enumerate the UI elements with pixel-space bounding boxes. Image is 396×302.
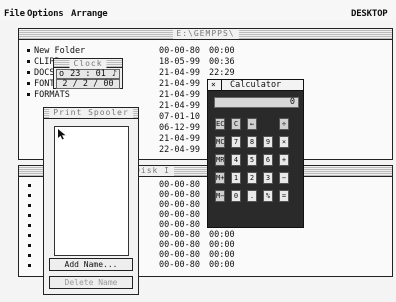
calc-key[interactable]: 3: [263, 172, 273, 184]
menu-bar: File Options Arrange DESKTOP: [0, 0, 396, 20]
title-divider: [221, 80, 222, 90]
bullet-icon: [28, 194, 31, 197]
file-name: DOCS: [34, 68, 55, 78]
calc-key[interactable]: =: [279, 190, 289, 202]
disk-file-date: 00-00-80: [159, 250, 200, 260]
bullet-icon: [27, 60, 30, 63]
calc-key[interactable]: 7: [231, 136, 241, 148]
spooler-title: Print Spooler: [49, 108, 133, 118]
calc-key[interactable]: ÷: [279, 118, 289, 130]
calc-key[interactable]: C: [231, 118, 241, 130]
disk-file-time: 00:00: [209, 260, 235, 270]
file-date: 21-04-99: [159, 68, 200, 78]
clock-marker: o: [59, 69, 65, 79]
calc-key[interactable]: ←: [247, 118, 257, 130]
disk-file-date: 00-00-80: [159, 230, 200, 240]
bullet-icon: [28, 224, 31, 227]
calc-key[interactable]: 4: [231, 154, 241, 166]
calc-key[interactable]: −: [279, 172, 289, 184]
disk-file-time: 00:00: [209, 240, 235, 250]
file-item[interactable]: New Folder: [27, 46, 85, 56]
bullet-icon: [27, 82, 30, 85]
calc-key[interactable]: 9: [263, 136, 273, 148]
file-date: 18-05-99: [159, 57, 200, 67]
bullet-icon: [28, 234, 31, 237]
file-time: 22:29: [209, 68, 235, 78]
calc-key[interactable]: 5: [247, 154, 257, 166]
bullet-icon: [27, 71, 30, 74]
bullet-icon: [28, 244, 31, 247]
file-date: 21-04-99: [159, 79, 200, 89]
file-name: New Folder: [34, 46, 86, 56]
file-time: 00:36: [209, 57, 235, 67]
file-date: 21-04-99: [159, 90, 200, 100]
disk-file-date: 00-00-80: [159, 220, 200, 230]
calculator-window: × Calculator 0 EC C ← ÷ MC 7 8 9 × MR 4 5 6 + M+ 1 2 3− M−…: [207, 79, 304, 228]
clock-date: 2 / 2 / 00: [62, 79, 114, 89]
calc-key[interactable]: 1: [231, 172, 241, 184]
calc-key[interactable]: .: [247, 190, 257, 202]
bullet-icon: [28, 214, 31, 217]
bullet-icon: [28, 254, 31, 257]
calc-key[interactable]: M−: [215, 190, 225, 202]
calc-key[interactable]: M+: [215, 172, 225, 184]
disk-file-date: 00-00-80: [159, 210, 200, 220]
clock-window: Clock o 23 : 01 ♪ 2 / 2 / 00: [53, 58, 123, 89]
disk-file-time: 00:00: [209, 250, 235, 260]
print-spooler-window: Print Spooler Add Name... Delete Name: [43, 107, 139, 295]
disk-file-date: 00-00-80: [159, 180, 200, 190]
delete-name-button[interactable]: Delete Name: [49, 276, 133, 289]
menu-file[interactable]: File: [4, 9, 25, 19]
file-date: 22-04-99: [159, 145, 200, 155]
close-icon[interactable]: ×: [211, 80, 216, 90]
file-date: 21-04-99: [159, 101, 200, 111]
calc-key[interactable]: +: [279, 154, 289, 166]
calc-key[interactable]: %: [263, 190, 273, 202]
alarm-icon[interactable]: ♪: [112, 70, 117, 79]
calc-key[interactable]: ×: [279, 136, 289, 148]
bullet-icon: [27, 93, 30, 96]
disk-file-date: 00-00-80: [159, 240, 200, 250]
calc-key[interactable]: MR: [215, 154, 225, 166]
clock-title-bar[interactable]: Clock: [54, 59, 122, 69]
bullet-icon: [28, 264, 31, 267]
file-date: 00-00-80: [159, 46, 200, 56]
file-item[interactable]: DOCS: [27, 68, 54, 78]
spooler-title-bar[interactable]: Print Spooler: [44, 108, 138, 119]
file-date: 07-01-10: [159, 112, 200, 122]
calc-key[interactable]: 2: [247, 172, 257, 184]
disk-file-time: 00:00: [209, 230, 235, 240]
disk-file-date: 00-00-80: [159, 190, 200, 200]
file-name: FORMATS: [34, 90, 70, 100]
bullet-icon: [27, 49, 30, 52]
clock-time: 23 : 01: [70, 69, 106, 79]
clock-title: Clock: [69, 59, 107, 69]
calc-key[interactable]: EC: [215, 118, 225, 130]
calc-key[interactable]: 8: [247, 136, 257, 148]
file-date: 06-12-99: [159, 123, 200, 133]
file-item[interactable]: FORMATS: [27, 90, 70, 100]
calculator-title: Calculator: [230, 80, 282, 90]
bullet-icon: [28, 184, 31, 187]
calculator-display: 0: [214, 97, 299, 108]
mouse-pointer-icon: [58, 129, 66, 140]
desktop-label: DESKTOP: [351, 9, 388, 19]
spool-queue-list[interactable]: [54, 126, 129, 256]
window-title: E:\GEMPPS\: [172, 29, 239, 39]
calc-key[interactable]: MC: [215, 136, 225, 148]
calculator-title-bar[interactable]: × Calculator: [208, 80, 303, 91]
clock-date-field[interactable]: 2 / 2 / 00: [56, 79, 120, 89]
menu-options[interactable]: Options: [27, 9, 64, 19]
calc-key[interactable]: 0: [231, 190, 241, 202]
bullet-icon: [28, 204, 31, 207]
calc-key[interactable]: 6: [263, 154, 273, 166]
window-title-bar[interactable]: E:\GEMPPS\: [19, 29, 392, 40]
disk-file-date: 00-00-80: [159, 260, 200, 270]
file-date: 21-04-99: [159, 134, 200, 144]
menu-arrange[interactable]: Arrange: [71, 9, 108, 19]
disk-file-date: 00-00-80: [159, 200, 200, 210]
clock-time-field[interactable]: o 23 : 01 ♪: [56, 69, 120, 79]
file-time: 00:00: [209, 46, 235, 56]
add-name-button[interactable]: Add Name...: [49, 258, 133, 271]
